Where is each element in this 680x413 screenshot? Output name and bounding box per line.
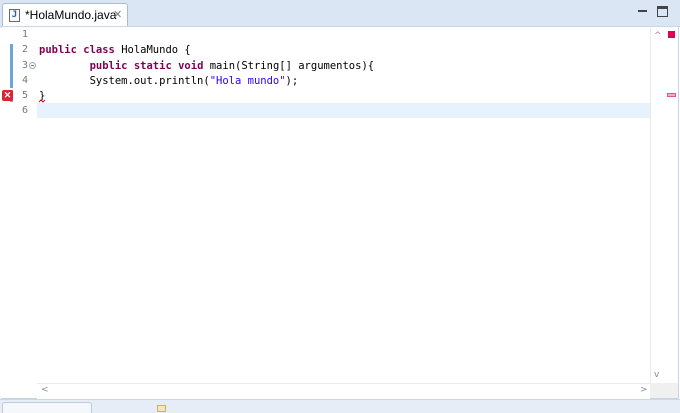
vertical-scrollbar[interactable] <box>650 28 666 384</box>
keyword: void <box>178 60 204 72</box>
editor-window: J *HolaMundo.java ✕ 1 2 3 4 5 6 ✕ public… <box>0 0 680 413</box>
bottom-panel-tab[interactable] <box>2 402 92 413</box>
line-number: 6 <box>21 105 28 116</box>
scroll-right-icon[interactable]: > <box>640 385 648 395</box>
code-text: main(String[] argumentos){ <box>203 60 375 72</box>
code-line-4: System.out.println("Hola mundo"); <box>39 74 299 89</box>
editor-tab-holamundo[interactable]: J *HolaMundo.java ✕ <box>2 3 128 26</box>
close-icon[interactable]: ✕ <box>113 8 122 21</box>
current-line-highlight <box>37 103 650 118</box>
java-file-icon: J <box>9 9 20 22</box>
folder-icon <box>157 405 166 412</box>
quick-diff-change-bar <box>10 60 13 88</box>
scroll-down-icon[interactable]: v <box>654 370 659 380</box>
code-line-2: public class HolaMundo { <box>39 43 191 58</box>
horizontal-scrollbar[interactable] <box>37 383 650 399</box>
minimize-icon[interactable] <box>637 6 648 17</box>
error-summary-icon[interactable] <box>668 31 675 38</box>
scrollbar-corner <box>650 383 678 398</box>
string-literal: "Hola mundo" <box>209 75 286 87</box>
code-text: System.out.println( <box>89 75 210 87</box>
error-squiggle <box>39 99 46 103</box>
code-text: HolaMundo { <box>114 44 191 56</box>
quick-diff-change-bar <box>10 44 13 60</box>
error-icon[interactable]: ✕ <box>2 90 13 101</box>
keyword: public <box>39 44 77 56</box>
line-number: 3 <box>21 60 28 71</box>
maximize-icon[interactable] <box>657 6 668 17</box>
scroll-up-icon[interactable]: ^ <box>654 31 662 41</box>
line-number: 5 <box>21 90 28 101</box>
scroll-left-icon[interactable]: < <box>41 385 49 395</box>
error-location-marker[interactable] <box>667 93 676 97</box>
line-number: 1 <box>21 29 28 40</box>
overview-ruler <box>665 28 678 384</box>
tab-title: *HolaMundo.java <box>25 8 117 22</box>
code-text: ); <box>285 75 299 87</box>
keyword: class <box>83 44 115 56</box>
keyword: public <box>89 60 128 72</box>
bottom-panel-strip <box>0 399 680 413</box>
line-number: 4 <box>21 75 28 86</box>
fold-collapse-icon[interactable] <box>29 62 36 69</box>
line-number: 2 <box>21 44 28 55</box>
code-line-3: public static void main(String[] argumen… <box>39 59 375 74</box>
keyword: static <box>133 60 172 72</box>
